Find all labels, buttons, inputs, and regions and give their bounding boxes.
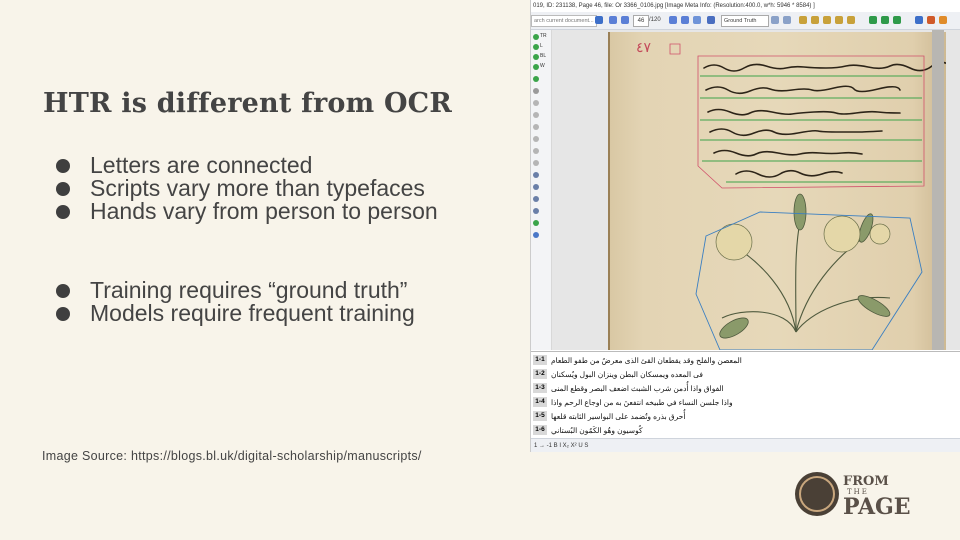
bullet-item: Models require frequent training xyxy=(56,302,415,325)
fit-icon[interactable] xyxy=(881,16,889,24)
fit-icon[interactable] xyxy=(893,16,901,24)
page-number-input[interactable]: 46 xyxy=(633,15,649,27)
toolbar-icon[interactable] xyxy=(939,16,947,24)
tool-icon[interactable] xyxy=(533,44,539,50)
htr-tool-screenshot: 019, ID: 231138, Page 46, file: Or 3366_… xyxy=(530,0,960,452)
tool-icon[interactable] xyxy=(533,64,539,70)
line-text[interactable]: الفواق واذا أُدمن شرب الشبث اضعف البصر و… xyxy=(551,384,751,393)
logo-text-from: FROM xyxy=(843,474,889,489)
logo-text-page: PAGE xyxy=(843,494,911,520)
toolbar-icon[interactable] xyxy=(915,16,923,24)
tool-label: BL xyxy=(540,53,547,59)
zoom-icon[interactable] xyxy=(835,16,843,24)
tool-icon[interactable] xyxy=(533,54,539,60)
version-select[interactable]: Ground Truth xyxy=(721,15,769,27)
zoom-icon[interactable] xyxy=(823,16,831,24)
image-source-caption: Image Source: https://blogs.bl.uk/digita… xyxy=(42,449,422,463)
search-icon[interactable] xyxy=(595,16,603,24)
tool-icon[interactable] xyxy=(533,88,539,94)
line-number: 1-6 xyxy=(533,425,547,435)
tool-icon[interactable] xyxy=(533,184,539,190)
bullet-dot-icon xyxy=(56,307,70,321)
line-number: 1-4 xyxy=(533,397,547,407)
manuscript-illustration: ٤٧ xyxy=(636,40,953,351)
tool-icon[interactable] xyxy=(533,124,539,130)
main-toolbar: arch current document... 46 /120 Ground … xyxy=(531,12,960,30)
manuscript-page-image: ٤٧ xyxy=(608,32,953,351)
tool-icon[interactable] xyxy=(533,100,539,106)
bullet-dot-icon xyxy=(56,205,70,219)
toolbar-icon[interactable] xyxy=(783,16,791,24)
tool-icon[interactable] xyxy=(533,172,539,178)
search-document-input[interactable]: arch current document... xyxy=(531,15,597,27)
line-number: 1-3 xyxy=(533,383,547,393)
bullet-dot-icon xyxy=(56,284,70,298)
next-page-icon[interactable] xyxy=(669,16,677,24)
line-text[interactable]: المعصن والفلح وقد يقطعان القئ الذى معرضُ… xyxy=(551,356,751,365)
bullet-item: Scripts vary more than typefaces xyxy=(56,177,438,200)
tool-icon[interactable] xyxy=(533,148,539,154)
page-total: /120 xyxy=(649,17,661,23)
tool-icon[interactable] xyxy=(533,220,539,226)
bullet-item: Letters are connected xyxy=(56,154,438,177)
last-page-icon[interactable] xyxy=(681,16,689,24)
format-toolbar: 1 → -1 B I X₂ X² U S xyxy=(531,438,960,452)
bullet-list-characteristics: Letters are connected Scripts vary more … xyxy=(56,154,438,223)
zoom-out-icon[interactable] xyxy=(811,16,819,24)
tool-icon[interactable] xyxy=(533,208,539,214)
tool-icon[interactable] xyxy=(533,34,539,40)
window-title: 019, ID: 231138, Page 46, file: Or 3366_… xyxy=(531,0,960,12)
fit-icon[interactable] xyxy=(869,16,877,24)
format-toolbar-label[interactable]: 1 → -1 B I X₂ X² U S xyxy=(534,443,588,449)
bullet-dot-icon xyxy=(56,159,70,173)
image-viewer[interactable]: ٤٧ xyxy=(552,30,960,351)
bullet-item: Hands vary from person to person xyxy=(56,200,438,223)
viewer-scrollbar[interactable] xyxy=(932,30,944,350)
tool-label: W xyxy=(540,63,545,69)
pen-nib-icon xyxy=(799,476,835,512)
tool-icon[interactable] xyxy=(533,136,539,142)
tool-icon[interactable] xyxy=(533,76,539,82)
line-number: 1-1 xyxy=(533,355,547,365)
tool-sidebar: TR L BL W xyxy=(531,30,552,350)
line-text[interactable]: أُحرق بذره وتُضمد على البواسير الثابته ق… xyxy=(551,412,751,421)
line-text[interactable]: كُوسيون وهُو الكَمُون البُستاني xyxy=(551,426,751,435)
from-the-page-logo: FROM THE PAGE xyxy=(795,470,919,522)
line-number: 1-5 xyxy=(533,411,547,421)
zoom-in-icon[interactable] xyxy=(799,16,807,24)
bullet-item: Training requires “ground truth” xyxy=(56,279,415,302)
line-text[interactable]: واذا جلسن النساء في طبيخه انتفعنَ به من … xyxy=(551,398,751,407)
tool-label: TR xyxy=(540,33,547,39)
slide-title: HTR is different from OCR xyxy=(43,88,453,119)
toolbar-icon[interactable] xyxy=(771,16,779,24)
first-page-icon[interactable] xyxy=(609,16,617,24)
tool-icon[interactable] xyxy=(533,160,539,166)
svg-text:٤٧: ٤٧ xyxy=(636,40,652,56)
tool-icon[interactable] xyxy=(533,232,539,238)
bullet-list-training: Training requires “ground truth” Models … xyxy=(56,279,415,325)
previous-page-icon[interactable] xyxy=(621,16,629,24)
zoom-icon[interactable] xyxy=(847,16,855,24)
bullet-dot-icon xyxy=(56,182,70,196)
tool-label: L xyxy=(540,43,543,49)
tool-icon[interactable] xyxy=(533,196,539,202)
tool-icon[interactable] xyxy=(533,112,539,118)
refresh-icon[interactable] xyxy=(693,16,701,24)
line-number: 1-2 xyxy=(533,369,547,379)
toolbar-icon[interactable] xyxy=(927,16,935,24)
transcription-editor[interactable]: 1-1 المعصن والفلح وقد يقطعان القئ الذى مع… xyxy=(531,351,960,438)
line-text[interactable]: فى المعده ويمسكان البطن وينزان البول ويُ… xyxy=(551,370,751,379)
save-icon[interactable] xyxy=(707,16,715,24)
